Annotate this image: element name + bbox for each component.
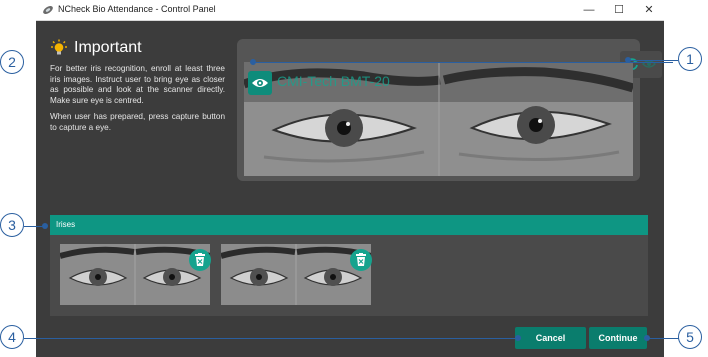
delete-iris-2-button[interactable] [350,249,372,271]
instruction-paragraph-1: For better iris recognition, enroll at l… [50,64,225,105]
callout-line-2 [253,62,673,63]
continue-button[interactable]: Continue [589,327,647,349]
callout-dot-4 [515,335,521,341]
delete-iris-1-button[interactable] [189,249,211,271]
iris-thumbnail-2[interactable] [221,244,371,305]
callout-2: 2 [0,50,24,74]
irises-header: Irises [50,215,648,235]
irises-label: Irises [56,220,76,229]
app-logo-icon [43,6,53,14]
callout-4: 4 [0,325,24,349]
irises-list [50,235,648,316]
minimize-button[interactable]: — [574,0,604,20]
title-bar: NCheck Bio Attendance - Control Panel — … [36,0,664,21]
callout-3: 3 [0,213,24,237]
important-title: Important [74,39,142,56]
callout-dot-1 [625,57,631,63]
instruction-paragraph-2: When user has prepared, press capture bu… [50,112,225,132]
delete-icon [195,253,205,266]
lightbulb-icon [51,39,67,55]
scanner-preview-panel: CMI-Tech BMT-20 [237,39,662,181]
eye-icon [252,79,268,87]
window-title: NCheck Bio Attendance - Control Panel [58,4,216,14]
instructions-text: For better iris recognition, enroll at l… [50,64,225,140]
capture-eye-button[interactable] [248,71,272,95]
callout-line-1 [628,60,678,61]
callout-line-4 [24,338,519,339]
scanner-device-name: CMI-Tech BMT-20 [277,73,390,89]
app-window: NCheck Bio Attendance - Control Panel — … [36,0,664,357]
maximize-button[interactable]: ☐ [604,0,634,20]
iris-thumbnail-1[interactable] [60,244,210,305]
callout-dot-2 [250,59,256,65]
delete-icon [356,253,366,266]
callout-1: 1 [678,47,702,71]
callout-5: 5 [678,325,702,349]
cancel-button[interactable]: Cancel [515,327,586,349]
callout-dot-5 [644,335,650,341]
close-button[interactable]: ✕ [634,0,664,20]
callout-dot-3 [42,223,48,229]
control-panel-content: Important For better iris recognition, e… [36,21,664,357]
callout-line-5 [648,338,680,339]
important-header: Important [50,39,142,57]
